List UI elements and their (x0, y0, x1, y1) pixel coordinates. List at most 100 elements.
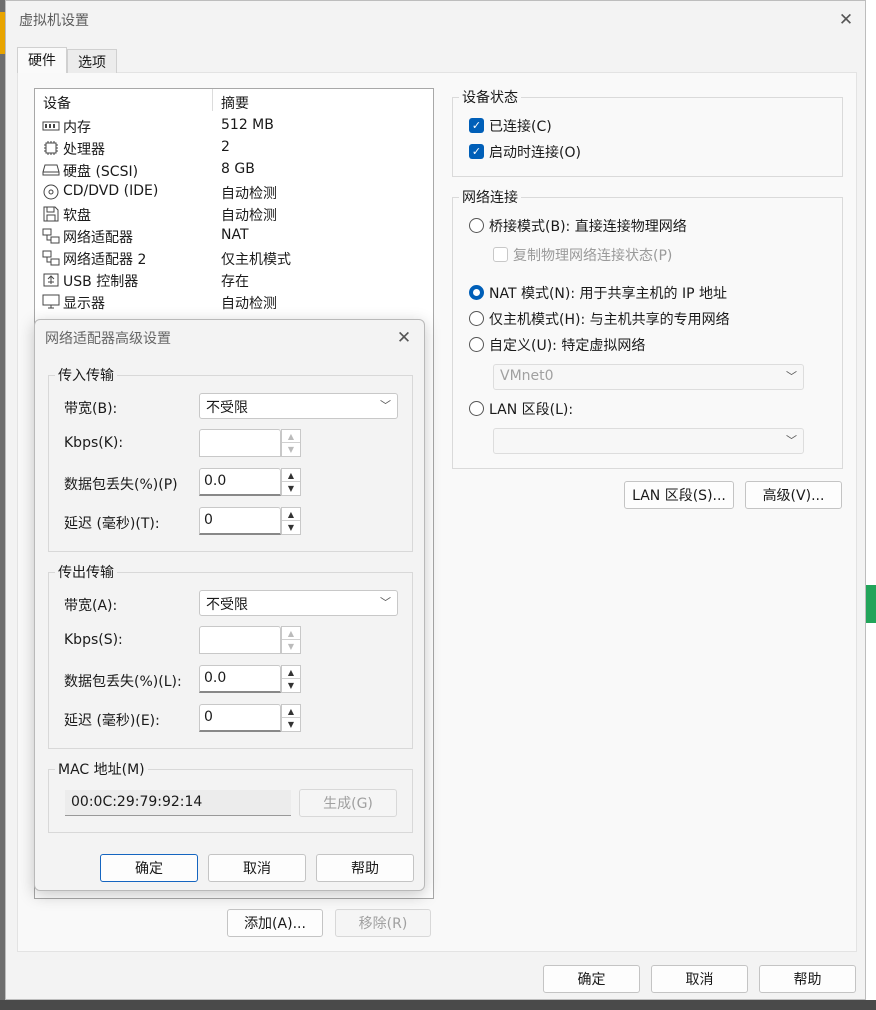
tab-options[interactable]: 选项 (67, 49, 117, 73)
device-name: USB 控制器 (63, 274, 139, 290)
incoming-loss-input[interactable]: 0.0 (199, 468, 281, 496)
replicate-checkbox[interactable] (493, 247, 508, 262)
outgoing-latency-label: 延迟 (毫秒)(E): (64, 713, 160, 729)
device-summary: 8 GB (221, 161, 255, 177)
host-only-radio[interactable] (469, 311, 484, 326)
host-only-label[interactable]: 仅主机模式(H): 与主机共享的专用网络 (489, 309, 730, 329)
device-row-processor[interactable]: 处理器 2 (35, 137, 433, 159)
advanced-button[interactable]: 高级(V)... (745, 481, 842, 509)
device-summary: 自动检测 (221, 296, 277, 312)
close-icon[interactable]: ✕ (835, 9, 857, 31)
ok-button[interactable]: 确定 (543, 965, 640, 993)
remove-device-button[interactable]: 移除(R) (335, 909, 431, 937)
device-row-memory[interactable]: 内存 512 MB (35, 115, 433, 137)
spin-up-icon[interactable]: ▲ (282, 430, 300, 443)
outgoing-transfer-title: 传出传输 (55, 562, 117, 582)
device-row-network-adapter[interactable]: 网络适配器 NAT (35, 225, 433, 247)
nat-radio[interactable] (469, 285, 484, 300)
desktop-background-bottom (0, 1000, 876, 1010)
mac-address-group: MAC 地址(M) 00:0C:29:79:92:14 生成(G) (48, 759, 413, 833)
desktop-background-accent (866, 585, 876, 623)
outgoing-bandwidth-label: 带宽(A): (64, 598, 118, 614)
incoming-loss-stepper[interactable]: ▲ ▼ (281, 468, 301, 496)
device-row-network-adapter-2[interactable]: 网络适配器 2 仅主机模式 (35, 247, 433, 269)
outgoing-kbps-label: Kbps(S): (64, 632, 123, 648)
custom-network-select[interactable]: VMnet0 ﹀ (493, 364, 804, 390)
connected-label[interactable]: 已连接(C) (489, 116, 552, 136)
spin-up-icon[interactable]: ▲ (282, 469, 300, 482)
dialog-help-button[interactable]: 帮助 (316, 854, 414, 882)
spin-down-icon[interactable]: ▼ (282, 443, 300, 456)
custom-label[interactable]: 自定义(U): 特定虚拟网络 (489, 335, 645, 355)
connected-checkbox[interactable]: ✓ (469, 118, 484, 133)
connect-at-power-on-label[interactable]: 启动时连接(O) (489, 142, 581, 162)
bridged-label[interactable]: 桥接模式(B): 直接连接物理网络 (489, 216, 687, 236)
device-row-floppy[interactable]: 软盘 自动检测 (35, 203, 433, 225)
generate-mac-button[interactable]: 生成(G) (299, 789, 397, 817)
column-divider[interactable] (212, 89, 213, 111)
spin-down-icon[interactable]: ▼ (282, 718, 300, 731)
device-name: CD/DVD (IDE) (63, 183, 159, 199)
outgoing-latency-input[interactable]: 0 (199, 704, 281, 732)
chevron-down-icon: ﹀ (380, 399, 391, 412)
spin-up-icon[interactable]: ▲ (282, 627, 300, 640)
bridged-radio[interactable] (469, 218, 484, 233)
add-device-button[interactable]: 添加(A)... (227, 909, 323, 937)
outgoing-kbps-stepper[interactable]: ▲ ▼ (281, 626, 301, 654)
dialog-ok-button[interactable]: 确定 (100, 854, 198, 882)
incoming-latency-stepper[interactable]: ▲ ▼ (281, 507, 301, 535)
connect-at-power-on-checkbox[interactable]: ✓ (469, 144, 484, 159)
spin-down-icon[interactable]: ▼ (282, 482, 300, 495)
device-list-header: 设备 摘要 (35, 89, 433, 113)
column-header-device[interactable]: 设备 (43, 93, 71, 113)
spin-down-icon[interactable]: ▼ (282, 640, 300, 653)
cancel-button[interactable]: 取消 (651, 965, 748, 993)
spin-down-icon[interactable]: ▼ (282, 521, 300, 534)
outgoing-loss-stepper[interactable]: ▲ ▼ (281, 665, 301, 693)
device-status-group: 设备状态 ✓ 已连接(C) ✓ 启动时连接(O) (452, 87, 843, 177)
outgoing-bandwidth-select[interactable]: 不受限 ﹀ (199, 590, 398, 616)
processor-icon (41, 140, 61, 156)
outgoing-loss-label: 数据包丢失(%)(L): (64, 674, 182, 690)
display-icon (41, 294, 61, 310)
column-header-summary[interactable]: 摘要 (221, 93, 249, 113)
close-icon[interactable]: ✕ (393, 327, 415, 349)
device-row-cd-dvd[interactable]: CD/DVD (IDE) 自动检测 (35, 181, 433, 203)
device-row-harddisk[interactable]: 硬盘 (SCSI) 8 GB (35, 159, 433, 181)
incoming-loss-label: 数据包丢失(%)(P) (64, 477, 178, 493)
tab-bar: 硬件 选项 (17, 47, 117, 73)
incoming-kbps-input[interactable] (199, 429, 281, 457)
tab-hardware[interactable]: 硬件 (17, 47, 67, 73)
lan-segment-radio[interactable] (469, 401, 484, 416)
device-row-usb-controller[interactable]: USB 控制器 存在 (35, 269, 433, 291)
custom-radio[interactable] (469, 337, 484, 352)
dialog-cancel-button[interactable]: 取消 (208, 854, 306, 882)
device-name: 硬盘 (SCSI) (63, 164, 139, 180)
device-summary: 存在 (221, 274, 249, 290)
chevron-down-icon: ﹀ (786, 434, 797, 447)
help-button[interactable]: 帮助 (759, 965, 856, 993)
lan-segment-label[interactable]: LAN 区段(L): (489, 399, 573, 419)
spin-up-icon[interactable]: ▲ (282, 705, 300, 718)
spin-down-icon[interactable]: ▼ (282, 679, 300, 692)
window-title: 虚拟机设置 (19, 13, 89, 29)
spin-up-icon[interactable]: ▲ (282, 508, 300, 521)
replicate-label[interactable]: 复制物理网络连接状态(P) (513, 245, 672, 265)
incoming-latency-input[interactable]: 0 (199, 507, 281, 535)
spin-up-icon[interactable]: ▲ (282, 666, 300, 679)
incoming-bandwidth-select[interactable]: 不受限 ﹀ (199, 393, 398, 419)
device-row-display[interactable]: 显示器 自动检测 (35, 291, 433, 313)
network-connection-title: 网络连接 (459, 187, 521, 207)
lan-segments-button[interactable]: LAN 区段(S)... (624, 481, 734, 509)
incoming-latency-label: 延迟 (毫秒)(T): (64, 516, 160, 532)
device-summary: 自动检测 (221, 186, 277, 202)
mac-address-field[interactable]: 00:0C:29:79:92:14 (65, 790, 291, 816)
dialog-title: 网络适配器高级设置 (45, 331, 171, 347)
device-status-title: 设备状态 (459, 87, 521, 107)
lan-segment-select[interactable]: ﹀ (493, 428, 804, 454)
outgoing-kbps-input[interactable] (199, 626, 281, 654)
outgoing-loss-input[interactable]: 0.0 (199, 665, 281, 693)
incoming-kbps-stepper[interactable]: ▲ ▼ (281, 429, 301, 457)
outgoing-latency-stepper[interactable]: ▲ ▼ (281, 704, 301, 732)
nat-label[interactable]: NAT 模式(N): 用于共享主机的 IP 地址 (489, 283, 727, 303)
